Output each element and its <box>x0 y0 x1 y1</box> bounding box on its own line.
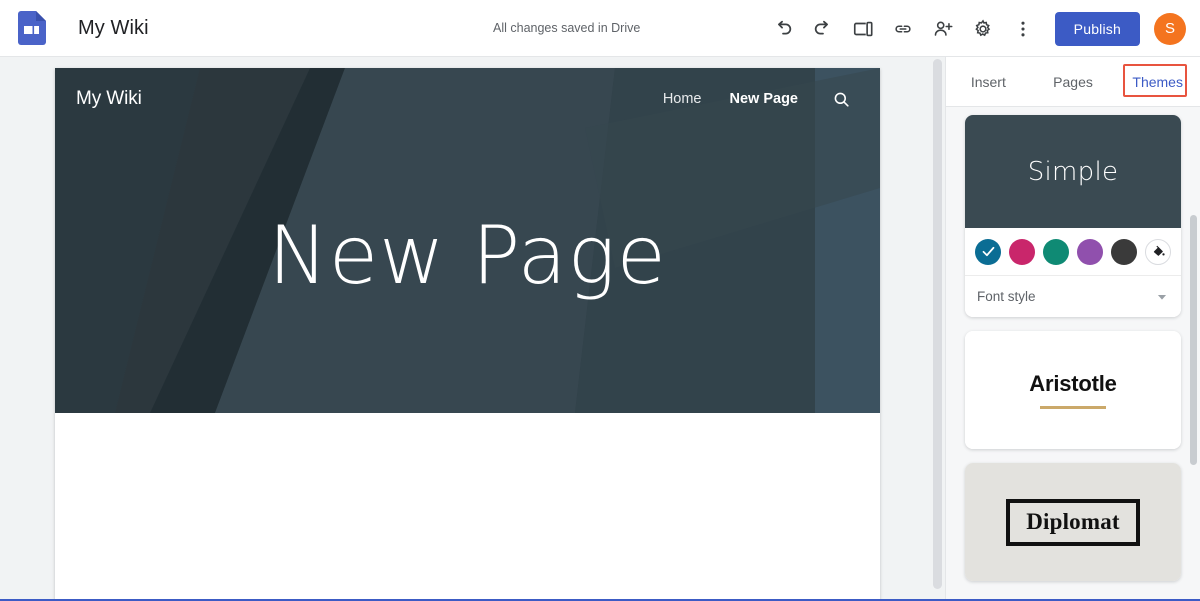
editor-canvas: My Wiki Home New Page New Page <box>0 57 945 601</box>
color-swatch-dark-gray[interactable] <box>1111 239 1137 265</box>
tab-pages[interactable]: Pages <box>1031 57 1116 107</box>
preview-icon[interactable] <box>843 9 883 49</box>
site-navigation: My Wiki Home New Page <box>55 68 880 130</box>
more-vert-icon[interactable] <box>1003 9 1043 49</box>
theme-preview-diplomat[interactable]: Diplomat <box>965 463 1181 581</box>
top-toolbar: My Wiki All changes saved in Drive <box>0 0 1200 57</box>
font-style-dropdown[interactable]: Font style <box>965 276 1181 317</box>
diplomat-frame: Diplomat <box>1006 499 1140 546</box>
save-status: All changes saved in Drive <box>493 21 640 35</box>
theme-card-aristotle[interactable]: Aristotle <box>965 331 1181 449</box>
undo-icon[interactable] <box>763 9 803 49</box>
theme-name-diplomat: Diplomat <box>1026 509 1120 535</box>
color-swatch-magenta[interactable] <box>1009 239 1035 265</box>
panel-scrollbar-thumb[interactable] <box>1190 215 1197 465</box>
right-side-panel: Insert Pages Themes Simple <box>945 57 1200 601</box>
site-page-body[interactable] <box>55 413 880 601</box>
theme-preview-aristotle[interactable]: Aristotle <box>965 331 1181 449</box>
google-sites-icon[interactable] <box>18 11 46 45</box>
link-icon[interactable] <box>883 9 923 49</box>
theme-color-swatches <box>965 228 1181 276</box>
custom-color-icon[interactable] <box>1145 239 1171 265</box>
canvas-scrollbar-thumb[interactable] <box>933 59 942 589</box>
check-icon <box>981 244 996 259</box>
redo-icon[interactable] <box>803 9 843 49</box>
color-swatch-green[interactable] <box>1043 239 1069 265</box>
chevron-down-icon <box>1155 290 1169 304</box>
google-sites-editor: My Wiki All changes saved in Drive <box>0 0 1200 601</box>
font-style-label: Font style <box>977 289 1036 304</box>
color-swatch-teal-blue[interactable] <box>975 239 1001 265</box>
avatar[interactable]: S <box>1154 13 1186 45</box>
gear-icon[interactable] <box>963 9 1003 49</box>
nav-link-new-page[interactable]: New Page <box>716 85 813 113</box>
site-preview-sheet[interactable]: My Wiki Home New Page New Page <box>55 68 880 601</box>
canvas-scrollbar[interactable] <box>930 57 945 601</box>
color-swatch-purple[interactable] <box>1077 239 1103 265</box>
theme-card-diplomat[interactable]: Diplomat <box>965 463 1181 581</box>
aristotle-accent-rule <box>1040 406 1106 409</box>
nav-link-home[interactable]: Home <box>649 85 716 113</box>
panel-tab-bar: Insert Pages Themes <box>946 57 1200 107</box>
banner-title[interactable]: New Page <box>55 216 880 296</box>
nav-links: Home New Page <box>649 82 858 116</box>
publish-button[interactable]: Publish <box>1055 12 1140 46</box>
themes-list: Simple <box>946 107 1200 601</box>
theme-name-simple: Simple <box>1028 157 1119 187</box>
theme-preview-simple[interactable]: Simple <box>965 115 1181 228</box>
site-banner[interactable]: My Wiki Home New Page New Page <box>55 68 880 413</box>
document-title[interactable]: My Wiki <box>78 17 149 40</box>
theme-card-simple[interactable]: Simple <box>965 115 1181 317</box>
theme-name-aristotle: Aristotle <box>1029 371 1116 397</box>
add-person-icon[interactable] <box>923 9 963 49</box>
tab-themes[interactable]: Themes <box>1115 57 1200 107</box>
site-name[interactable]: My Wiki <box>76 88 142 110</box>
search-icon[interactable] <box>824 82 858 116</box>
toolbar-actions: Publish S <box>763 0 1186 57</box>
tab-insert[interactable]: Insert <box>946 57 1031 107</box>
